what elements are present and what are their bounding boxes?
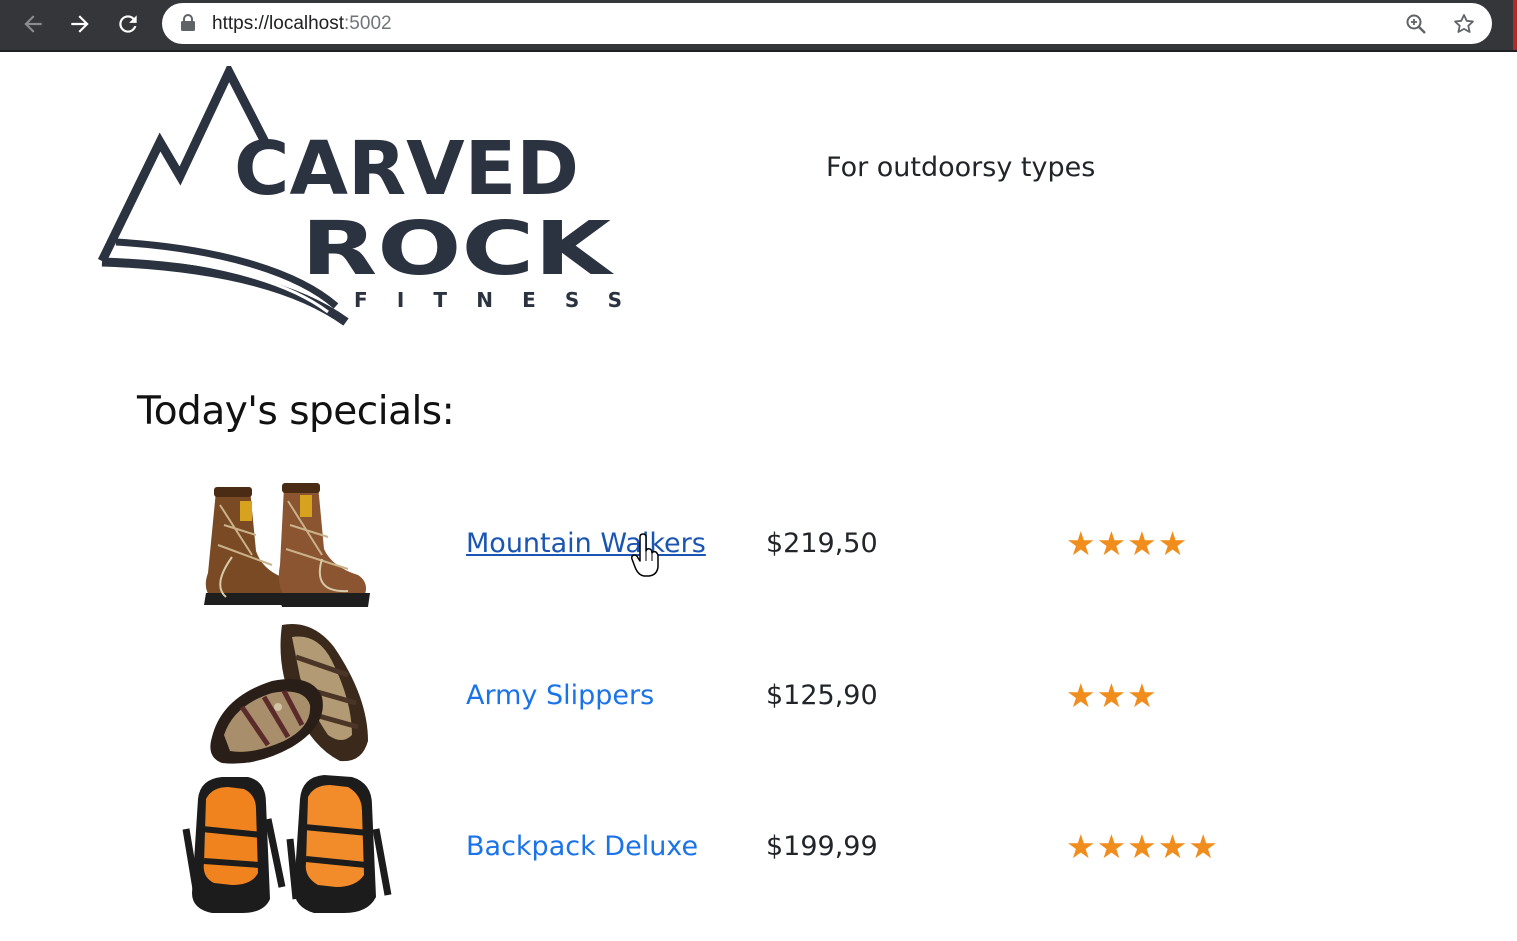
forward-button[interactable] — [63, 7, 97, 41]
reload-icon — [119, 15, 137, 33]
hand-cursor-icon — [631, 533, 659, 577]
url-text[interactable]: https://localhost:5002 — [212, 13, 392, 35]
back-button[interactable] — [16, 7, 50, 41]
browser-toolbar: https://localhost:5002 — [0, 0, 1517, 52]
product-row: Mountain Walkers $219,50 ★★★★ — [172, 465, 1272, 617]
product-row: Backpack Deluxe $199,99 ★★★★★ — [172, 769, 1272, 921]
carved-rock-logo[interactable]: CARVED ROCK FITNESS — [96, 66, 631, 328]
product-link[interactable]: Army Slippers — [466, 679, 654, 713]
window-edge — [1513, 0, 1517, 50]
product-price: $125,90 — [766, 680, 878, 711]
rating-stars: ★★★★ — [1066, 524, 1189, 563]
product-row: Army Slippers $125,90 ★★★ — [172, 617, 1272, 769]
logo-word-rock: ROCK — [301, 206, 615, 292]
url-base: https://localhost — [212, 13, 345, 34]
product-price: $219,50 — [766, 528, 878, 559]
backpacks-image — [172, 769, 404, 919]
reload-button[interactable] — [111, 7, 145, 41]
star-outline-icon[interactable] — [1452, 12, 1476, 36]
logo-word-carved: CARVED — [234, 126, 579, 212]
sandals-image — [172, 617, 404, 767]
address-bar[interactable]: https://localhost:5002 — [162, 3, 1492, 44]
specials-heading: Today's specials: — [137, 389, 455, 434]
product-price: $199,99 — [766, 831, 878, 862]
rating-stars: ★★★★★ — [1066, 827, 1219, 866]
tagline: For outdoorsy types — [826, 152, 1096, 183]
lock-icon — [181, 14, 195, 31]
product-link[interactable]: Mountain Walkers — [466, 527, 706, 561]
rating-stars: ★★★ — [1066, 676, 1158, 715]
arrow-left-icon — [24, 15, 42, 33]
product-link[interactable]: Backpack Deluxe — [466, 830, 698, 864]
url-port: :5002 — [344, 13, 392, 34]
hiking-boots-image — [172, 465, 404, 615]
zoom-in-icon[interactable] — [1404, 12, 1428, 36]
arrow-right-icon — [71, 15, 89, 33]
